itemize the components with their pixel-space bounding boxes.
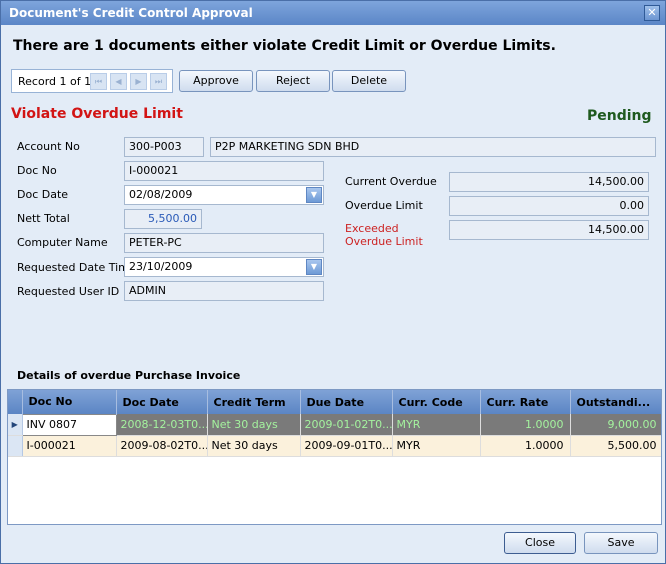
table-cell[interactable]: 2009-01-02T0... <box>300 414 393 436</box>
table-cell[interactable]: 9,000.00 <box>570 414 661 436</box>
delete-button[interactable]: Delete <box>332 70 406 92</box>
status-badge: Pending <box>587 108 652 124</box>
nett-total-label: Nett Total <box>17 212 70 225</box>
table-cell[interactable]: MYR <box>392 435 481 457</box>
column-header[interactable]: Due Date <box>300 390 393 414</box>
overdue-invoice-grid: Doc No Doc Date Credit Term Due Date Cur… <box>7 389 662 525</box>
close-icon[interactable]: ✕ <box>644 5 660 21</box>
record-navigator: Record 1 of 1 ⏮ ◀ ▶ ⏭ <box>11 69 173 93</box>
row-indicator <box>8 435 23 457</box>
page-title: There are 1 documents either violate Cre… <box>13 38 556 54</box>
row-indicator-header <box>8 390 23 414</box>
save-button[interactable]: Save <box>584 532 658 554</box>
window-title: Document's Credit Control Approval <box>9 6 253 20</box>
approval-window: Document's Credit Control Approval ✕ The… <box>0 0 666 564</box>
computer-name-field[interactable]: PETER-PC <box>124 233 324 253</box>
column-header[interactable]: Doc No <box>22 390 117 414</box>
column-header[interactable]: Doc Date <box>116 390 208 414</box>
chevron-down-icon[interactable]: ▼ <box>306 259 322 275</box>
table-cell[interactable]: 2009-08-02T0... <box>116 435 208 457</box>
grid-header-row: Doc No Doc Date Credit Term Due Date Cur… <box>8 390 661 414</box>
table-cell[interactable]: Net 30 days <box>207 435 301 457</box>
prev-record-icon[interactable]: ◀ <box>110 73 127 90</box>
table-cell[interactable]: 1.0000 <box>480 435 571 457</box>
table-cell[interactable]: 2009-09-01T0... <box>300 435 393 457</box>
doc-no-field[interactable]: I-000021 <box>124 161 324 181</box>
nett-total-field[interactable]: 5,500.00 <box>124 209 202 229</box>
column-header[interactable]: Credit Term <box>207 390 301 414</box>
table-cell[interactable]: INV 0807 <box>21 413 117 436</box>
current-overdue-label: Current Overdue <box>345 175 437 188</box>
chevron-down-icon[interactable]: ▼ <box>306 187 322 203</box>
exceeded-overdue-field[interactable]: 14,500.00 <box>449 220 649 240</box>
table-row[interactable]: I-000021 2009-08-02T0... Net 30 days 200… <box>8 435 661 457</box>
account-no-label: Account No <box>17 140 80 153</box>
doc-date-label: Doc Date <box>17 188 69 201</box>
table-cell[interactable]: 5,500.00 <box>570 435 661 457</box>
table-cell[interactable]: I-000021 <box>22 435 117 457</box>
next-record-icon[interactable]: ▶ <box>130 73 147 90</box>
column-header[interactable]: Outstandi... <box>570 390 661 414</box>
computer-name-label: Computer Name <box>17 236 108 249</box>
table-cell[interactable]: 2008-12-03T0... <box>116 414 208 436</box>
doc-date-field[interactable]: 02/08/2009 ▼ <box>124 185 324 205</box>
table-cell[interactable]: 1.0000 <box>480 414 571 436</box>
doc-no-label: Doc No <box>17 164 57 177</box>
last-record-icon[interactable]: ⏭ <box>150 73 167 90</box>
close-button[interactable]: Close <box>504 532 576 554</box>
exceeded-overdue-label: Exceeded Overdue Limit <box>345 222 423 248</box>
overdue-limit-label: Overdue Limit <box>345 199 423 212</box>
first-record-icon[interactable]: ⏮ <box>90 73 107 90</box>
requested-date-value: 23/10/2009 <box>129 260 193 273</box>
table-cell[interactable]: Net 30 days <box>207 414 301 436</box>
table-row[interactable]: ▶ INV 0807 2008-12-03T0... Net 30 days 2… <box>8 413 661 436</box>
violation-status: Violate Overdue Limit <box>11 106 183 122</box>
grid-title: Details of overdue Purchase Invoice <box>17 369 241 382</box>
approve-button[interactable]: Approve <box>179 70 253 92</box>
column-header[interactable]: Curr. Rate <box>480 390 571 414</box>
requested-user-field[interactable]: ADMIN <box>124 281 324 301</box>
reject-button[interactable]: Reject <box>256 70 330 92</box>
doc-date-value: 02/08/2009 <box>129 188 193 201</box>
table-cell[interactable]: MYR <box>392 414 481 436</box>
account-name-field[interactable]: P2P MARKETING SDN BHD <box>210 137 656 157</box>
title-bar: Document's Credit Control Approval ✕ <box>1 1 665 25</box>
record-counter: Record 1 of 1 <box>18 75 92 88</box>
requested-user-label: Requested User ID <box>17 285 120 298</box>
column-header[interactable]: Curr. Code <box>392 390 481 414</box>
overdue-limit-field[interactable]: 0.00 <box>449 196 649 216</box>
account-no-field[interactable]: 300-P003 <box>124 137 204 157</box>
requested-date-label: Requested Date Time <box>17 261 136 274</box>
current-overdue-field[interactable]: 14,500.00 <box>449 172 649 192</box>
requested-date-field[interactable]: 23/10/2009 ▼ <box>124 257 324 277</box>
row-pointer-icon: ▶ <box>8 414 23 436</box>
